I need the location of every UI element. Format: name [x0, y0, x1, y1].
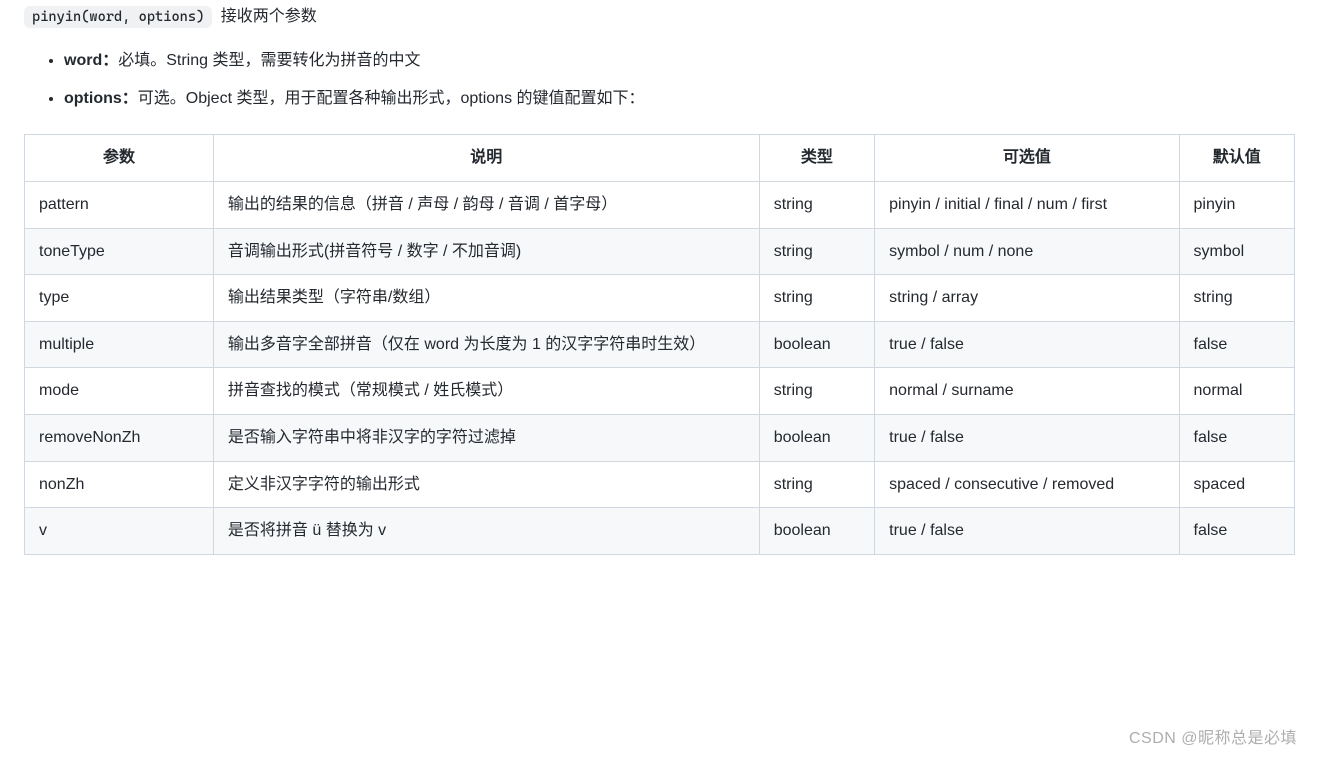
cell-type: string: [759, 228, 874, 275]
watermark: CSDN @昵称总是必填: [1129, 726, 1297, 752]
cell-param: removeNonZh: [25, 414, 214, 461]
cell-default: spaced: [1179, 461, 1294, 508]
cell-options: string / array: [875, 275, 1179, 322]
cell-param: multiple: [25, 321, 214, 368]
cell-options: true / false: [875, 508, 1179, 555]
cell-param: pattern: [25, 181, 214, 228]
cell-options: true / false: [875, 321, 1179, 368]
intro-line: pinyin(word, options) 接收两个参数: [24, 4, 1295, 30]
cell-options: symbol / num / none: [875, 228, 1179, 275]
cell-desc: 输出多音字全部拼音（仅在 word 为长度为 1 的汉字字符串时生效）: [213, 321, 759, 368]
cell-type: boolean: [759, 414, 874, 461]
arguments-list: word：必填。String 类型，需要转化为拼音的中文 options：可选。…: [24, 46, 1295, 115]
cell-type: string: [759, 275, 874, 322]
cell-desc: 输出结果类型（字符串/数组）: [213, 275, 759, 322]
table-row: removeNonZh 是否输入字符串中将非汉字的字符过滤掉 boolean t…: [25, 414, 1295, 461]
table-row: pattern 输出的结果的信息（拼音 / 声母 / 韵母 / 音调 / 首字母…: [25, 181, 1295, 228]
cell-param: toneType: [25, 228, 214, 275]
cell-type: boolean: [759, 321, 874, 368]
cell-type: string: [759, 368, 874, 415]
cell-type: boolean: [759, 508, 874, 555]
options-table-body: pattern 输出的结果的信息（拼音 / 声母 / 韵母 / 音调 / 首字母…: [25, 181, 1295, 554]
cell-options: normal / surname: [875, 368, 1179, 415]
cell-options: true / false: [875, 414, 1179, 461]
arg-desc: 可选。Object 类型，用于配置各种输出形式，options 的键值配置如下：: [138, 90, 645, 107]
table-row: mode 拼音查找的模式（常规模式 / 姓氏模式） string normal …: [25, 368, 1295, 415]
table-row: type 输出结果类型（字符串/数组） string string / arra…: [25, 275, 1295, 322]
arg-name: word：: [64, 52, 118, 69]
cell-desc: 输出的结果的信息（拼音 / 声母 / 韵母 / 音调 / 首字母）: [213, 181, 759, 228]
table-row: nonZh 定义非汉字字符的输出形式 string spaced / conse…: [25, 461, 1295, 508]
cell-desc: 定义非汉字字符的输出形式: [213, 461, 759, 508]
cell-default: false: [1179, 321, 1294, 368]
cell-type: string: [759, 461, 874, 508]
arg-name: options：: [64, 90, 138, 107]
col-header-param: 参数: [25, 135, 214, 182]
cell-param: v: [25, 508, 214, 555]
cell-desc: 音调输出形式(拼音符号 / 数字 / 不加音调): [213, 228, 759, 275]
arg-desc: 必填。String 类型，需要转化为拼音的中文: [118, 52, 420, 69]
cell-options: spaced / consecutive / removed: [875, 461, 1179, 508]
intro-label: 接收两个参数: [221, 8, 317, 25]
col-header-default: 默认值: [1179, 135, 1294, 182]
list-item: word：必填。String 类型，需要转化为拼音的中文: [64, 46, 1295, 76]
table-row: toneType 音调输出形式(拼音符号 / 数字 / 不加音调) string…: [25, 228, 1295, 275]
function-signature: pinyin(word, options): [24, 6, 212, 28]
cell-default: pinyin: [1179, 181, 1294, 228]
options-table: 参数 说明 类型 可选值 默认值 pattern 输出的结果的信息（拼音 / 声…: [24, 134, 1295, 554]
cell-default: false: [1179, 508, 1294, 555]
cell-param: type: [25, 275, 214, 322]
table-row: v 是否将拼音 ü 替换为 v boolean true / false fal…: [25, 508, 1295, 555]
cell-default: normal: [1179, 368, 1294, 415]
cell-type: string: [759, 181, 874, 228]
cell-default: false: [1179, 414, 1294, 461]
cell-desc: 是否输入字符串中将非汉字的字符过滤掉: [213, 414, 759, 461]
cell-desc: 拼音查找的模式（常规模式 / 姓氏模式）: [213, 368, 759, 415]
cell-default: symbol: [1179, 228, 1294, 275]
cell-default: string: [1179, 275, 1294, 322]
list-item: options：可选。Object 类型，用于配置各种输出形式，options …: [64, 84, 1295, 114]
col-header-type: 类型: [759, 135, 874, 182]
cell-options: pinyin / initial / final / num / first: [875, 181, 1179, 228]
col-header-desc: 说明: [213, 135, 759, 182]
cell-param: nonZh: [25, 461, 214, 508]
options-table-wrap: 参数 说明 类型 可选值 默认值 pattern 输出的结果的信息（拼音 / 声…: [24, 134, 1295, 554]
table-header-row: 参数 说明 类型 可选值 默认值: [25, 135, 1295, 182]
col-header-options: 可选值: [875, 135, 1179, 182]
table-row: multiple 输出多音字全部拼音（仅在 word 为长度为 1 的汉字字符串…: [25, 321, 1295, 368]
cell-desc: 是否将拼音 ü 替换为 v: [213, 508, 759, 555]
cell-param: mode: [25, 368, 214, 415]
